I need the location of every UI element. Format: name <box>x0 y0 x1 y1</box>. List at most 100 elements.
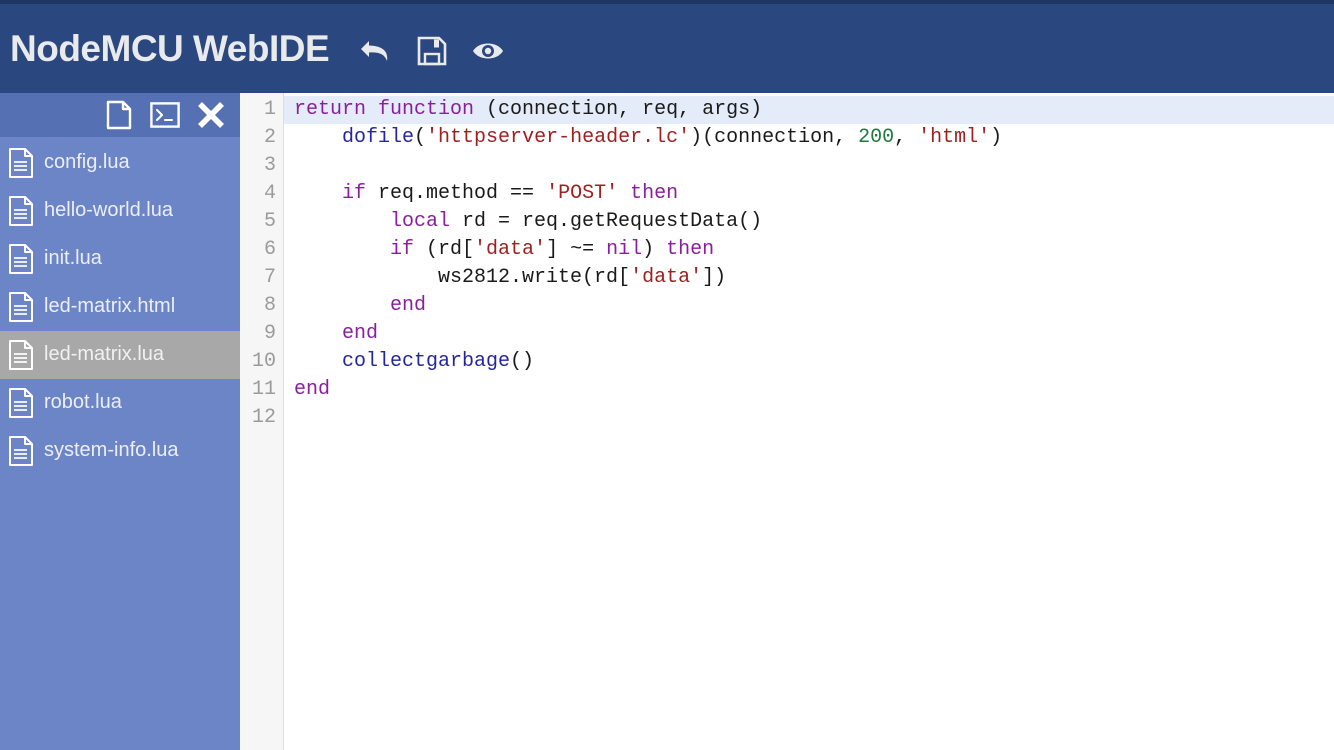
file-list-item[interactable]: robot.lua <box>0 379 240 427</box>
code-editor[interactable]: 1 2 3 4 5 6 7 8 9 10 11 12 return function (connect… <box>240 93 1334 750</box>
code-token-plain: ) <box>642 238 667 261</box>
code-token-kw: then <box>666 238 715 261</box>
code-token-kw: end <box>342 322 379 345</box>
code-token-plain: (connection, req, args) <box>474 98 763 121</box>
file-list-item-label: led-matrix.html <box>44 295 176 317</box>
close-icon[interactable] <box>196 100 226 130</box>
code-line[interactable]: return function (connection, req, args) <box>284 96 1334 124</box>
app-header: NodeMCU WebIDE <box>0 4 1334 93</box>
line-number: 10 <box>251 350 276 373</box>
file-list-item[interactable]: hello-world.lua <box>0 187 240 235</box>
file-list-item-label: init.lua <box>44 247 102 269</box>
line-number: 6 <box>263 238 276 261</box>
code-token-plain: ) <box>990 126 1003 149</box>
sidebar: config.lua hello-world.lua init.lua led-mat… <box>0 93 240 750</box>
code-token-str: 'data' <box>630 266 703 289</box>
line-number: 1 <box>263 98 276 121</box>
file-icon <box>9 148 33 178</box>
code-token-fn: dofile <box>342 126 415 149</box>
undo-icon[interactable] <box>359 34 393 68</box>
code-token-str: 'html' <box>918 126 991 149</box>
line-number: 7 <box>263 266 276 289</box>
file-icon <box>9 196 33 226</box>
app-body: config.lua hello-world.lua init.lua led-mat… <box>0 93 1334 750</box>
line-number: 8 <box>263 294 276 317</box>
terminal-icon[interactable] <box>150 100 180 130</box>
webide-app: NodeMCU WebIDE config.lua hello-world.lu… <box>0 0 1334 750</box>
line-number: 11 <box>251 378 276 401</box>
code-line[interactable]: dofile('httpserver-header.lc')(connectio… <box>284 124 1334 152</box>
code-token-plain: ] ~= <box>546 238 607 261</box>
code-token-kw: end <box>390 294 427 317</box>
code-token-kw: nil <box>606 238 643 261</box>
code-token-kw: return <box>294 98 367 121</box>
code-token-kw: if <box>390 238 415 261</box>
code-line[interactable]: if (rd['data'] ~= nil) then <box>284 236 1334 264</box>
page-title: NodeMCU WebIDE <box>10 28 330 69</box>
file-icon <box>9 292 33 322</box>
file-icon <box>9 388 33 418</box>
sidebar-toolbar <box>0 93 240 137</box>
header-toolbar <box>359 30 505 68</box>
file-icon <box>9 436 33 466</box>
code-token-num: 200 <box>858 126 895 149</box>
code-line[interactable]: ws2812.write(rd['data']) <box>284 264 1334 292</box>
file-list-item-label: config.lua <box>44 151 130 173</box>
file-list-item[interactable]: init.lua <box>0 235 240 283</box>
code-content[interactable]: return function (connection, req, args) … <box>284 93 1334 750</box>
file-icon <box>9 340 33 370</box>
code-token-kw: function <box>378 98 475 121</box>
code-token-fn: collectgarbage <box>342 350 511 373</box>
line-number-gutter: 1 2 3 4 5 6 7 8 9 10 11 12 <box>240 93 284 750</box>
line-number: 12 <box>251 406 276 429</box>
code-token-kw: local <box>390 210 451 233</box>
code-line[interactable]: end <box>284 292 1334 320</box>
code-token-plain: ws2812.write(rd[ <box>294 266 631 289</box>
code-token-plain: ( <box>414 126 427 149</box>
code-token-plain: ]) <box>702 266 727 289</box>
code-token-plain: (rd[ <box>414 238 475 261</box>
file-list-item[interactable]: config.lua <box>0 139 240 187</box>
code-token-plain: req.method == <box>366 182 547 205</box>
code-token-kw: then <box>630 182 679 205</box>
code-token-str: 'httpserver-header.lc' <box>426 126 691 149</box>
preview-icon[interactable] <box>471 34 505 68</box>
code-line[interactable]: collectgarbage() <box>284 348 1334 376</box>
code-token-str: 'POST' <box>546 182 619 205</box>
file-list: config.lua hello-world.lua init.lua led-mat… <box>0 137 240 750</box>
file-list-item-label: robot.lua <box>44 391 122 413</box>
code-line[interactable] <box>284 152 1334 180</box>
code-token-plain: , <box>894 126 919 149</box>
code-token-plain: () <box>510 350 535 373</box>
code-token-kw: if <box>342 182 367 205</box>
file-icon <box>9 244 33 274</box>
code-token-kw: end <box>294 378 331 401</box>
file-list-item-label: hello-world.lua <box>44 199 173 221</box>
code-line[interactable]: local rd = req.getRequestData() <box>284 208 1334 236</box>
code-token-str: 'data' <box>474 238 547 261</box>
line-number: 2 <box>263 126 276 149</box>
save-icon[interactable] <box>415 34 449 68</box>
file-list-item[interactable]: led-matrix.html <box>0 283 240 331</box>
line-number: 5 <box>263 210 276 233</box>
file-list-item[interactable]: system-info.lua <box>0 427 240 475</box>
new-file-icon[interactable] <box>104 100 134 130</box>
code-line[interactable]: end <box>284 320 1334 348</box>
code-line[interactable]: end <box>284 376 1334 404</box>
line-number: 4 <box>263 182 276 205</box>
line-number: 9 <box>263 322 276 345</box>
code-line[interactable] <box>284 404 1334 432</box>
file-list-item[interactable]: led-matrix.lua <box>0 331 240 379</box>
code-token-plain: )(connection, <box>690 126 859 149</box>
file-list-item-label: system-info.lua <box>44 439 179 461</box>
file-list-item-label: led-matrix.lua <box>44 343 165 365</box>
code-line[interactable]: if req.method == 'POST' then <box>284 180 1334 208</box>
